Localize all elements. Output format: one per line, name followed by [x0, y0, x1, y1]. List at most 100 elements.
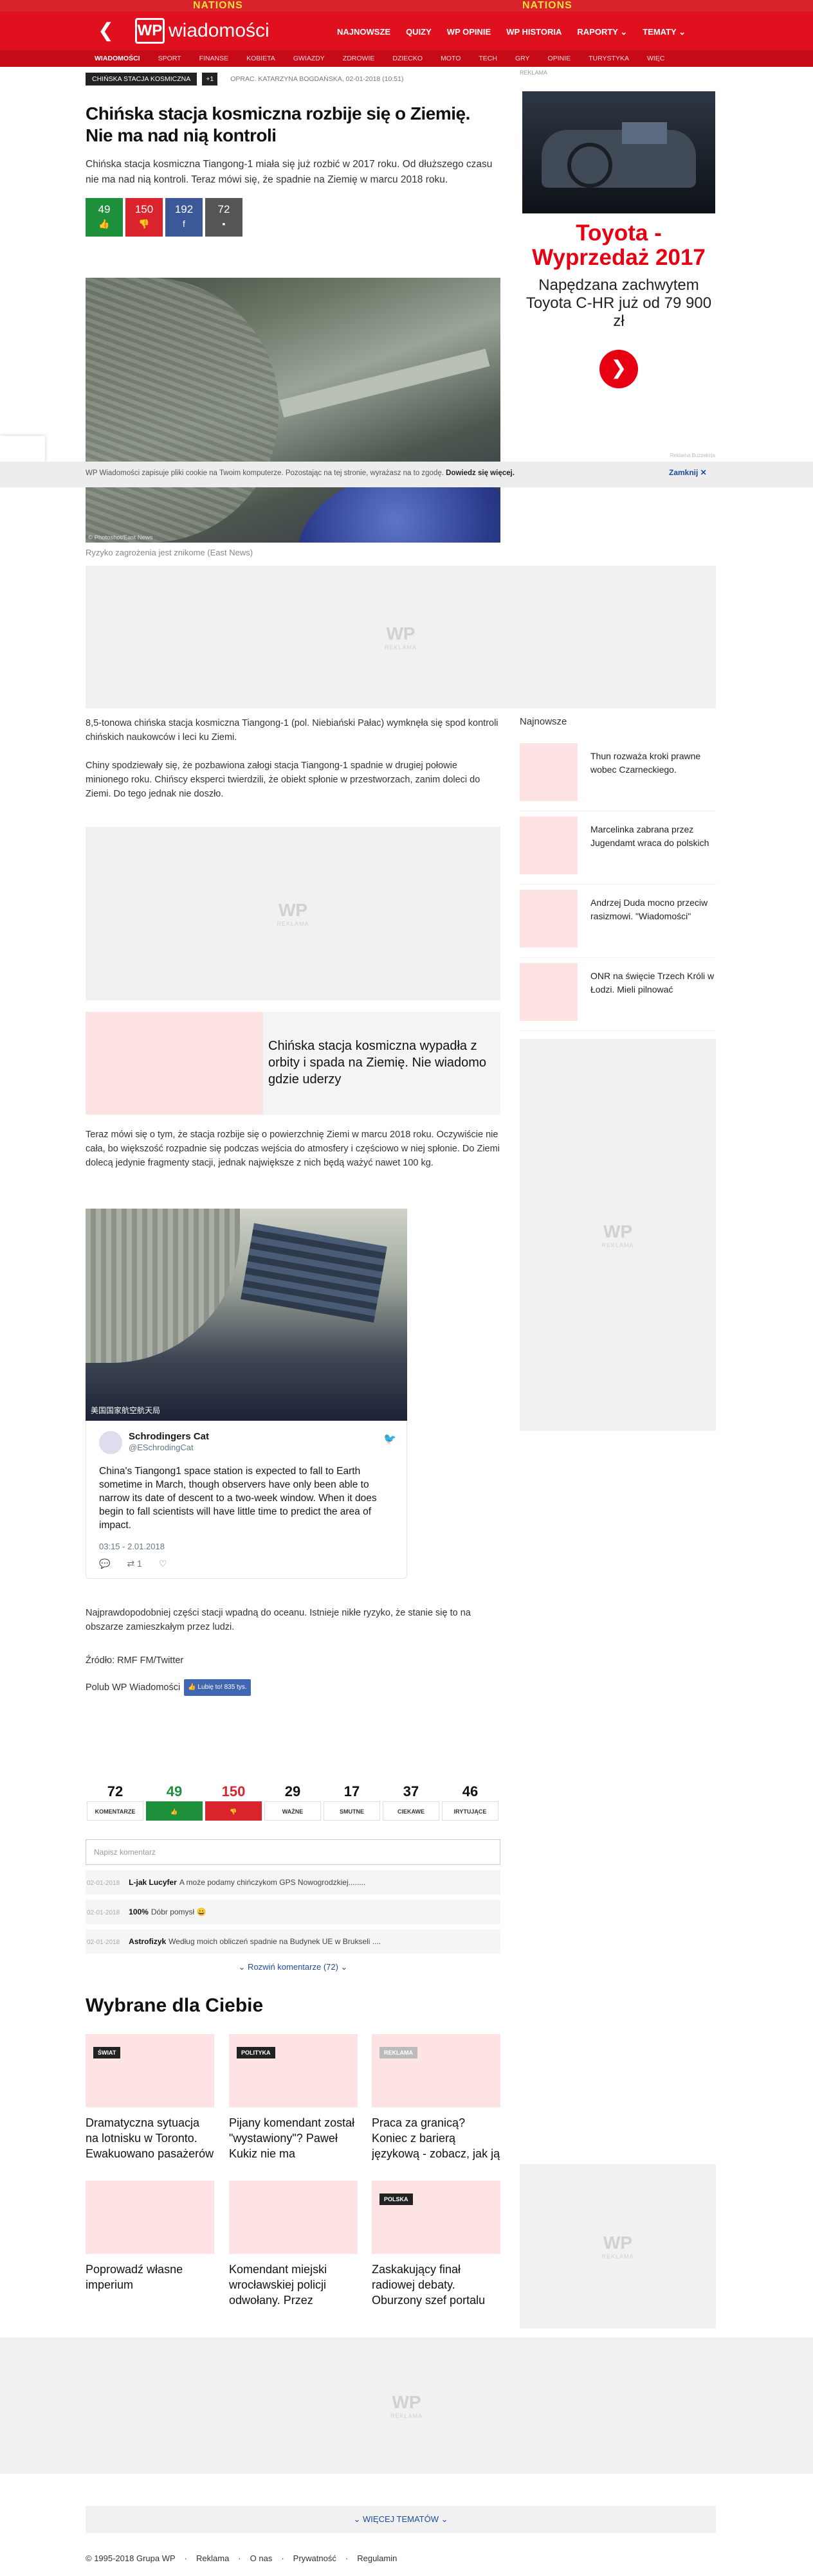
tweet-date[interactable]: 03:15 - 2.01.2018	[99, 1542, 165, 1551]
ad-sidebar-2[interactable]: WP REKLAMA	[520, 2164, 716, 2328]
reaction-count: 46	[462, 1783, 479, 1799]
subnav-dziecko[interactable]: DZIECKO	[383, 50, 432, 67]
list-item[interactable]: ONR na święcie Trzech Króli w Łodzi. Mie…	[520, 958, 716, 1031]
cookie-close-button[interactable]: Zamknij ✕	[669, 468, 707, 477]
recommended-card[interactable]: POLITYKA Pijany komendant został "wystawi…	[229, 2034, 358, 2161]
comments-button[interactable]: 72 ▪	[205, 198, 242, 237]
footer-link-regulamin[interactable]: Regulamin	[357, 2553, 397, 2563]
subnav-turystyka[interactable]: TURYSTYKA	[580, 50, 638, 67]
top-nav: NAJNOWSZE QUIZY WP OPINIE WP HISTORIA RA…	[329, 23, 693, 41]
twitter-bird-icon[interactable]: 🐦	[383, 1432, 396, 1445]
tweet-author-handle[interactable]: @ESchrodingCat	[129, 1443, 194, 1452]
recommended-card[interactable]: Poprowadź własne imperium	[86, 2181, 214, 2308]
subnav-wiadomosci[interactable]: WIADOMOŚCI	[86, 50, 149, 67]
chevron-right-icon[interactable]: ❯	[599, 350, 638, 388]
comment-date: 02-01-2018	[87, 1939, 120, 1946]
reaction-irytujace[interactable]: IRYTUJĄCE	[442, 1801, 498, 1821]
topic-tag-more[interactable]: +1	[202, 73, 218, 86]
site-name[interactable]: wiadomości	[169, 21, 269, 41]
nav-raporty[interactable]: RAPORTY ⌄	[569, 23, 635, 41]
comment-row[interactable]: 02-01-2018 L-jak Lucyfer A może podamy chi…	[86, 1870, 500, 1895]
comment-icon: ▪	[222, 219, 226, 229]
expand-comments-button[interactable]: ⌄ Rozwiń komentarze (72) ⌄	[86, 1962, 500, 1972]
reaction-ciekawe[interactable]: CIEKAWE	[383, 1801, 439, 1821]
ad-sidebar-1[interactable]: WP REKLAMA	[520, 1039, 716, 1431]
toyota-ad[interactable]: Toyota - Wyprzedaż 2017 Napędzana zachwy…	[522, 91, 715, 458]
retweet-icon[interactable]: ⇄ 1	[127, 1558, 142, 1569]
reply-icon[interactable]: 💬	[99, 1558, 110, 1569]
card-label: POLITYKA	[237, 2047, 275, 2058]
recommended-card[interactable]: Komendant miejski wrocławskiej policji o…	[229, 2181, 358, 2308]
ad-label: REKLAMA	[390, 2413, 423, 2419]
like-heart-icon[interactable]: ♡	[159, 1558, 167, 1569]
cookie-more-link[interactable]: Dowiedz się więcej.	[446, 469, 515, 477]
subnav-kobieta[interactable]: KOBIETA	[237, 50, 284, 67]
subnav-opinie[interactable]: OPINIE	[539, 50, 580, 67]
tweet-image[interactable]: 美国国家航空航天局	[86, 1209, 407, 1421]
list-item[interactable]: Thun rozważa kroki prawne wobec Czarneck…	[520, 738, 716, 811]
comment-input[interactable]: Napisz komentarz	[86, 1839, 500, 1865]
news-thumbnail	[520, 743, 578, 801]
tab-comments[interactable]: KOMENTARZE	[87, 1801, 143, 1821]
comment-author[interactable]: 100%	[129, 1907, 149, 1916]
reaction-count: 37	[403, 1783, 419, 1799]
comment-author[interactable]: Astrofizyk	[129, 1937, 166, 1946]
subnav-moto[interactable]: MOTO	[432, 50, 470, 67]
recommended-card[interactable]: REKLAMA Praca za granicą? Koniec z barier…	[372, 2034, 500, 2161]
subnav-gry[interactable]: GRY	[506, 50, 539, 67]
nav-quizy[interactable]: QUIZY	[398, 23, 439, 41]
facebook-share-button[interactable]: 192 f	[165, 198, 203, 237]
comment-row[interactable]: 02-01-2018 100% Dóbr pomysł 😀	[86, 1900, 500, 1924]
more-topics-button[interactable]: ⌄ WIĘCEJ TEMATÓW ⌄	[86, 2506, 716, 2533]
tweet-author-name[interactable]: Schrodingers Cat	[129, 1431, 209, 1442]
reaction-wazne[interactable]: WAŻNE	[264, 1801, 321, 1821]
thumbs-up-button[interactable]: 👍	[146, 1801, 203, 1821]
subnav-tech[interactable]: TECH	[470, 50, 506, 67]
card-label: POLSKA	[379, 2193, 413, 2205]
back-arrow-icon[interactable]: ❮	[98, 21, 116, 41]
comment-row[interactable]: 02-01-2018 Astrofizyk Według moich oblicze…	[86, 1929, 500, 1954]
comment-author[interactable]: L-jak Lucyfer	[129, 1878, 177, 1887]
subnav-finanse[interactable]: FINANSE	[190, 50, 238, 67]
related-article-card[interactable]: Chińska stacja kosmiczna wypadła z orbit…	[86, 1012, 500, 1115]
thumbs-down-button[interactable]: 150 👎	[125, 198, 163, 237]
related-thumbnail	[86, 1012, 263, 1115]
recommended-card[interactable]: POLSKA Zaskakujący finał radiowej debaty.…	[372, 2181, 500, 2308]
reaction-smutne[interactable]: SMUTNE	[324, 1801, 380, 1821]
news-title: Thun rozważa kroki prawne wobec Czarneck…	[590, 751, 701, 775]
recommended-card[interactable]: ŚWIAT Dramatyczna sytuacja na lotnisku w …	[86, 2034, 214, 2161]
nav-najnowsze[interactable]: NAJNOWSZE	[329, 23, 398, 41]
subnav-gwiazdy[interactable]: GWIAZDY	[284, 50, 334, 67]
nav-tematy[interactable]: TEMATY ⌄	[635, 23, 693, 41]
list-item[interactable]: Andrzej Duda mocno przeciw rasizmowi. "W…	[520, 885, 716, 958]
cookie-message: WP Wiadomości zapisuje pliki cookie na T…	[86, 469, 444, 477]
footer-link-o-nas[interactable]: O nas	[250, 2553, 273, 2563]
footer-link-reklama[interactable]: Reklama	[196, 2553, 229, 2563]
embedded-tweet[interactable]: Schrodingers Cat @ESchrodingCat 🐦 China'…	[86, 1421, 407, 1579]
reaction-count: 17	[343, 1783, 360, 1799]
subnav-sport[interactable]: SPORT	[149, 50, 190, 67]
avatar[interactable]	[99, 1431, 122, 1454]
promo-stripe[interactable]: NATIONS NATIONS	[0, 0, 813, 12]
topic-tag[interactable]: CHIŃSKA STACJA KOSMICZNA	[86, 73, 197, 86]
ad-banner-1[interactable]: WP REKLAMA	[86, 566, 716, 708]
station-module-shape	[86, 1209, 240, 1363]
card-title: Komendant miejski wrocławskiej policji o…	[229, 2263, 327, 2307]
thumbs-down-button[interactable]: 👎	[205, 1801, 262, 1821]
list-item[interactable]: Marcelinka zabrana przez Jugendamt wraca…	[520, 811, 716, 885]
tweet-image-caption: 美国国家航空航天局	[91, 1406, 161, 1415]
ad-banner-bottom[interactable]: WP REKLAMA	[0, 2337, 813, 2474]
card-thumbnail: POLITYKA	[229, 2034, 358, 2107]
wp-ad-logo: WP	[392, 2392, 421, 2412]
wp-logo[interactable]: WP	[135, 18, 165, 44]
thumbs-up-button[interactable]: 49 👍	[86, 198, 123, 237]
article-paragraph: Teraz mówi się o tym, że stacja rozbije …	[86, 1130, 500, 1168]
hero-image: © Photoshot/East News	[86, 278, 500, 543]
facebook-like-button[interactable]: 👍 Lubię to! 835 tys.	[184, 1679, 251, 1696]
footer-link-prywatnosc[interactable]: Prywatność	[293, 2553, 336, 2563]
ad-banner-2[interactable]: WP REKLAMA	[86, 827, 500, 1000]
subnav-zdrowie[interactable]: ZDROWIE	[334, 50, 384, 67]
nav-wp-historia[interactable]: WP HISTORIA	[498, 23, 569, 41]
nav-wp-opinie[interactable]: WP OPINIE	[439, 23, 498, 41]
subnav-wiecej[interactable]: WIĘC	[638, 50, 673, 67]
